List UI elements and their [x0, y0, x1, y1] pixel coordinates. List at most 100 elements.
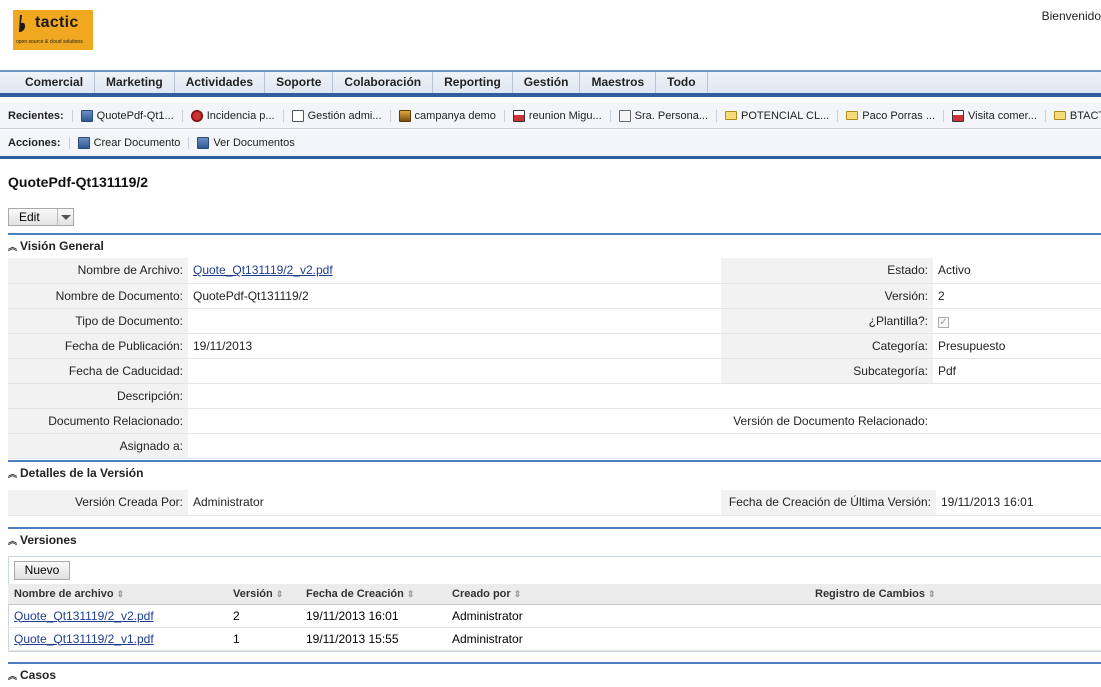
- nav-soporte[interactable]: Soporte: [265, 72, 334, 93]
- column-header-created-by[interactable]: Creado por ⇕: [446, 584, 809, 605]
- main-navigation: Comercial Marketing Actividades Soporte …: [0, 70, 1101, 97]
- version-file-link[interactable]: Quote_Qt131119/2_v2.pdf: [14, 609, 154, 623]
- recent-item-label: Gestión admi...: [307, 109, 382, 122]
- list-icon: [291, 109, 304, 122]
- calendar-icon: [952, 109, 965, 122]
- version-file-link[interactable]: Quote_Qt131119/2_v1.pdf: [14, 632, 154, 646]
- view-documents-action[interactable]: Ver Documentos: [188, 137, 302, 149]
- field-label: Categoría:: [721, 333, 933, 359]
- column-header-version[interactable]: Versión ⇕: [227, 584, 300, 605]
- column-header-changelog[interactable]: Registro de Cambios ⇕: [809, 584, 1101, 605]
- overview-table: Nombre de Archivo: Quote_Qt131119/2_v2.p…: [8, 258, 1101, 459]
- field-value: Administrator: [188, 490, 721, 516]
- recent-item[interactable]: Gestión admi...: [282, 109, 390, 122]
- versions-table: Nombre de archivo ⇕ Versión ⇕ Fecha de Cre…: [8, 584, 1101, 651]
- recent-item[interactable]: POTENCIAL CL...: [716, 109, 837, 122]
- recent-item[interactable]: Paco Porras ...: [837, 109, 943, 122]
- recent-item[interactable]: campanya demo: [389, 109, 504, 122]
- recent-item-label: BTACT: [1069, 109, 1101, 122]
- nav-colaboracion[interactable]: Colaboración: [333, 72, 434, 93]
- nav-todo[interactable]: Todo: [656, 72, 708, 93]
- recent-bar: Recientes: QuotePdf-Qt1... Incidencia p.…: [0, 103, 1101, 129]
- sort-icon: ⇕: [928, 588, 936, 599]
- table-cell: Administrator: [446, 604, 809, 628]
- tactic-logo[interactable]: tactic open source & cloud solutions: [13, 10, 93, 50]
- nav-actividades[interactable]: Actividades: [175, 72, 266, 93]
- recent-item[interactable]: Sra. Persona...: [609, 109, 716, 122]
- nav-marketing[interactable]: Marketing: [95, 72, 175, 93]
- collapse-icon: ︽: [8, 241, 18, 252]
- document-icon: [80, 109, 93, 122]
- action-label: Crear Documento: [93, 137, 181, 149]
- field-label: Asignado a:: [8, 433, 188, 459]
- table-cell: Administrator: [446, 627, 809, 651]
- nav-gestion[interactable]: Gestión: [513, 72, 581, 93]
- new-version-button[interactable]: Nuevo: [14, 561, 70, 580]
- field-value: [188, 358, 721, 384]
- recent-item-label: reunion Migu...: [528, 109, 602, 122]
- column-label: Creado por: [452, 587, 511, 600]
- nav-reporting[interactable]: Reporting: [433, 72, 513, 93]
- version-details-table: Versión Creada Por: Administrator Fecha …: [8, 490, 1101, 516]
- recent-item-label: Visita comer...: [968, 109, 1037, 122]
- welcome-text: Bienvenido: [1041, 9, 1101, 23]
- versions-section-header[interactable]: ︽ Versiones: [8, 527, 1101, 551]
- cases-section-header[interactable]: ︽ Casos: [8, 662, 1101, 686]
- calendar-icon: [512, 109, 525, 122]
- detail-row: Nombre de Archivo: Quote_Qt131119/2_v2.p…: [8, 258, 1101, 284]
- field-label: Versión Creada Por:: [8, 490, 188, 516]
- field-label: ¿Plantilla?:: [721, 308, 933, 334]
- recent-item[interactable]: Incidencia p...: [181, 109, 283, 122]
- column-label: Nombre de archivo: [14, 587, 114, 600]
- campaign-icon: [398, 109, 411, 122]
- edit-button[interactable]: Edit: [8, 208, 74, 226]
- recent-item[interactable]: reunion Migu...: [503, 109, 610, 122]
- overview-title: Visión General: [20, 239, 104, 253]
- table-cell: [809, 627, 1101, 651]
- edit-label: Edit: [19, 210, 40, 224]
- recent-item-label: campanya demo: [414, 109, 496, 122]
- field-value: [188, 383, 1101, 409]
- field-label: Nombre de Documento:: [8, 283, 188, 309]
- recent-item-label: POTENCIAL CL...: [741, 109, 830, 122]
- recent-item-label: Incidencia p...: [206, 109, 275, 122]
- create-document-action[interactable]: Crear Documento: [68, 137, 189, 149]
- field-label: Estado:: [721, 258, 933, 284]
- column-label: Versión: [233, 587, 273, 600]
- recent-item[interactable]: QuotePdf-Qt1...: [71, 109, 182, 122]
- column-header-filename[interactable]: Nombre de archivo ⇕: [8, 584, 227, 605]
- edit-dropdown-toggle[interactable]: [57, 209, 73, 225]
- collapse-icon: ︽: [8, 670, 18, 681]
- table-cell: 2: [227, 604, 300, 628]
- field-label: Nombre de Archivo:: [8, 258, 188, 284]
- file-link[interactable]: Quote_Qt131119/2_v2.pdf: [193, 263, 333, 277]
- field-label: Documento Relacionado:: [8, 408, 188, 434]
- column-header-created-date[interactable]: Fecha de Creación ⇕: [300, 584, 446, 605]
- field-value: ✓: [933, 308, 1101, 334]
- table-cell: 19/11/2013 16:01: [300, 604, 446, 628]
- field-value: Pdf: [933, 358, 1101, 384]
- recent-item[interactable]: BTACT: [1044, 109, 1101, 122]
- field-value: 19/11/2013: [188, 333, 721, 359]
- nav-comercial[interactable]: Comercial: [0, 72, 96, 93]
- recent-item[interactable]: Visita comer...: [943, 109, 1045, 122]
- column-label: Registro de Cambios: [815, 587, 926, 600]
- field-label: Fecha de Caducidad:: [8, 358, 188, 384]
- sort-icon: ⇕: [406, 588, 415, 599]
- folder-icon: [1053, 111, 1066, 120]
- collapse-icon: ︽: [8, 468, 18, 479]
- collapse-icon: ︽: [8, 535, 18, 546]
- field-value: [188, 308, 721, 334]
- table-row: Quote_Qt131119/2_v2.pdf 2 19/11/2013 16:…: [8, 604, 1101, 628]
- detail-row: Nombre de Documento: QuotePdf-Qt131119/2…: [8, 283, 1101, 309]
- field-label: Tipo de Documento:: [8, 308, 188, 334]
- overview-section-header[interactable]: ︽ Visión General: [8, 233, 1101, 257]
- cases-title: Casos: [20, 668, 57, 682]
- nav-maestros[interactable]: Maestros: [580, 72, 657, 93]
- field-value: Presupuesto: [933, 333, 1101, 359]
- field-value: 19/11/2013 16:01: [936, 490, 1101, 516]
- folder-icon: [725, 111, 738, 120]
- recent-item-label: Paco Porras ...: [862, 109, 936, 122]
- version-details-section-header[interactable]: ︽ Detalles de la Versión: [8, 460, 1101, 484]
- field-label: Versión de Documento Relacionado:: [721, 408, 933, 434]
